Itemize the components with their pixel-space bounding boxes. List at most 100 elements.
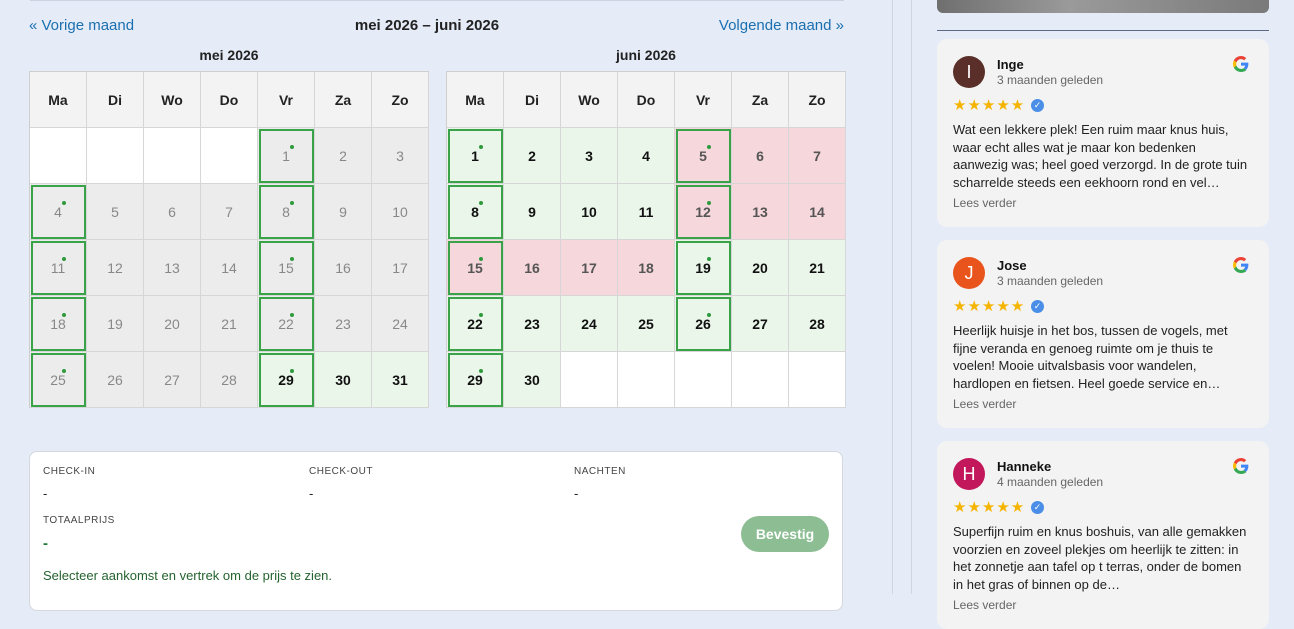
- weekday-header: Di: [504, 72, 561, 128]
- calendar-day: 12: [87, 240, 144, 296]
- day-number: 4: [54, 203, 62, 220]
- calendar-day: 20: [144, 296, 201, 352]
- weekday-header: Zo: [372, 72, 429, 128]
- weekday-header: Vr: [675, 72, 732, 128]
- calendar-day[interactable]: 21: [789, 240, 846, 296]
- arrival-day-dot: [290, 201, 294, 205]
- calendar-day[interactable]: 5: [675, 128, 732, 184]
- calendar-empty-cell: [561, 352, 618, 408]
- day-number: 28: [809, 315, 825, 332]
- weekday-header: Za: [732, 72, 789, 128]
- calendar-day[interactable]: 26: [675, 296, 732, 352]
- calendar-day[interactable]: 12: [675, 184, 732, 240]
- calendar-day: 17: [372, 240, 429, 296]
- calendar-day[interactable]: 18: [30, 296, 87, 352]
- checkin-value: -: [43, 486, 48, 501]
- calendar-day[interactable]: 22: [258, 296, 315, 352]
- calendar-day[interactable]: 8: [447, 184, 504, 240]
- month-calendar-may: mei 2026 Ma Di Wo Do Vr Za Zo 1 2 3 4 5 6 7 8 9 10 11 12 13…: [29, 47, 429, 408]
- calendar-day[interactable]: 4: [618, 128, 675, 184]
- reviews-panel: I Inge 3 maanden geleden ★★★★★ ✓ Wat een lekk…: [912, 0, 1294, 629]
- review-card: I Inge 3 maanden geleden ★★★★★ ✓ Wat een lekk…: [937, 39, 1269, 227]
- calendar-day: 2: [315, 128, 372, 184]
- verified-check-icon: ✓: [1031, 99, 1044, 112]
- calendar-day[interactable]: 22: [447, 296, 504, 352]
- read-more-link[interactable]: Lees verder: [953, 397, 1016, 411]
- calendar-day: 7: [789, 128, 846, 184]
- read-more-link[interactable]: Lees verder: [953, 196, 1016, 210]
- calendar-day[interactable]: 2: [504, 128, 561, 184]
- calendar-day: 28: [201, 352, 258, 408]
- calendar-empty-cell: [87, 128, 144, 184]
- review-time: 3 maanden geleden: [997, 274, 1104, 288]
- calendar-day[interactable]: 11: [30, 240, 87, 296]
- arrival-day-dot: [707, 313, 711, 317]
- calendar-day[interactable]: 24: [561, 296, 618, 352]
- arrival-day-dot: [62, 257, 66, 261]
- price-hint: Selecteer aankomst en vertrek om de prij…: [43, 568, 333, 583]
- calendar-day[interactable]: 29: [447, 352, 504, 408]
- day-number: 13: [752, 203, 768, 220]
- calendar-day[interactable]: 15: [447, 240, 504, 296]
- calendar-day[interactable]: 15: [258, 240, 315, 296]
- calendar-day: 7: [201, 184, 258, 240]
- calendar-day[interactable]: 30: [504, 352, 561, 408]
- weekday-header: Zo: [789, 72, 846, 128]
- day-number: 6: [168, 203, 176, 220]
- day-number: 7: [813, 147, 821, 164]
- star-rating: ★★★★★: [953, 97, 1026, 114]
- avatar: J: [953, 257, 985, 289]
- calendar-day[interactable]: 30: [315, 352, 372, 408]
- confirm-button[interactable]: Bevestig: [741, 516, 829, 552]
- calendar-day: 14: [201, 240, 258, 296]
- arrival-day-dot: [479, 257, 483, 261]
- calendar-day[interactable]: 10: [561, 184, 618, 240]
- calendar-day[interactable]: 20: [732, 240, 789, 296]
- calendar-day: 19: [87, 296, 144, 352]
- day-number: 29: [278, 371, 294, 388]
- previous-month-link[interactable]: « Vorige maand: [29, 17, 134, 34]
- review-card: H Hanneke 4 maanden geleden ★★★★★ ✓ Superfijn…: [937, 441, 1269, 629]
- calendar-day[interactable]: 8: [258, 184, 315, 240]
- calendar-day[interactable]: 31: [372, 352, 429, 408]
- calendar-day[interactable]: 23: [504, 296, 561, 352]
- arrival-day-dot: [479, 145, 483, 149]
- read-more-link[interactable]: Lees verder: [953, 598, 1016, 612]
- day-number: 17: [581, 259, 597, 276]
- day-number: 15: [467, 259, 483, 276]
- reviewer-name: Inge: [997, 57, 1024, 72]
- arrival-day-dot: [290, 313, 294, 317]
- calendar-empty-cell: [30, 128, 87, 184]
- google-icon: [1233, 257, 1249, 273]
- calendar-day[interactable]: 1: [447, 128, 504, 184]
- day-grid: Ma Di Wo Do Vr Za Zo 1 2 3 4 5 6 7 8 9 10 11 12 13 14 15 16 17 1…: [29, 71, 429, 408]
- arrival-day-dot: [290, 145, 294, 149]
- day-number: 22: [278, 315, 294, 332]
- calendar-day: 27: [144, 352, 201, 408]
- day-number: 8: [471, 203, 479, 220]
- arrival-day-dot: [62, 313, 66, 317]
- arrival-day-dot: [62, 369, 66, 373]
- calendar-day[interactable]: 25: [30, 352, 87, 408]
- day-number: 25: [50, 371, 66, 388]
- weekday-header: Do: [618, 72, 675, 128]
- calendar-day[interactable]: 3: [561, 128, 618, 184]
- day-number: 17: [392, 259, 408, 276]
- calendar-day: 16: [504, 240, 561, 296]
- day-number: 26: [107, 371, 123, 388]
- nights-value: -: [574, 486, 579, 501]
- next-month-link[interactable]: Volgende maand »: [719, 17, 844, 34]
- calendar-day[interactable]: 4: [30, 184, 87, 240]
- booking-summary: CHECK-IN - CHECK-OUT - NACHTEN - TOTAALP…: [29, 451, 843, 611]
- calendar-day[interactable]: 28: [789, 296, 846, 352]
- top-divider: [30, 0, 844, 1]
- calendar-day[interactable]: 29: [258, 352, 315, 408]
- calendar-day[interactable]: 19: [675, 240, 732, 296]
- calendar-day[interactable]: 11: [618, 184, 675, 240]
- month-title: juni 2026: [616, 47, 676, 63]
- calendar-day[interactable]: 27: [732, 296, 789, 352]
- calendar-day[interactable]: 9: [504, 184, 561, 240]
- calendar-day[interactable]: 25: [618, 296, 675, 352]
- calendar-day[interactable]: 1: [258, 128, 315, 184]
- month-calendar-june: juni 2026 Ma Di Wo Do Vr Za Zo 1 2 3 4 5 6 7 8 9 10 11 12 1…: [446, 47, 846, 408]
